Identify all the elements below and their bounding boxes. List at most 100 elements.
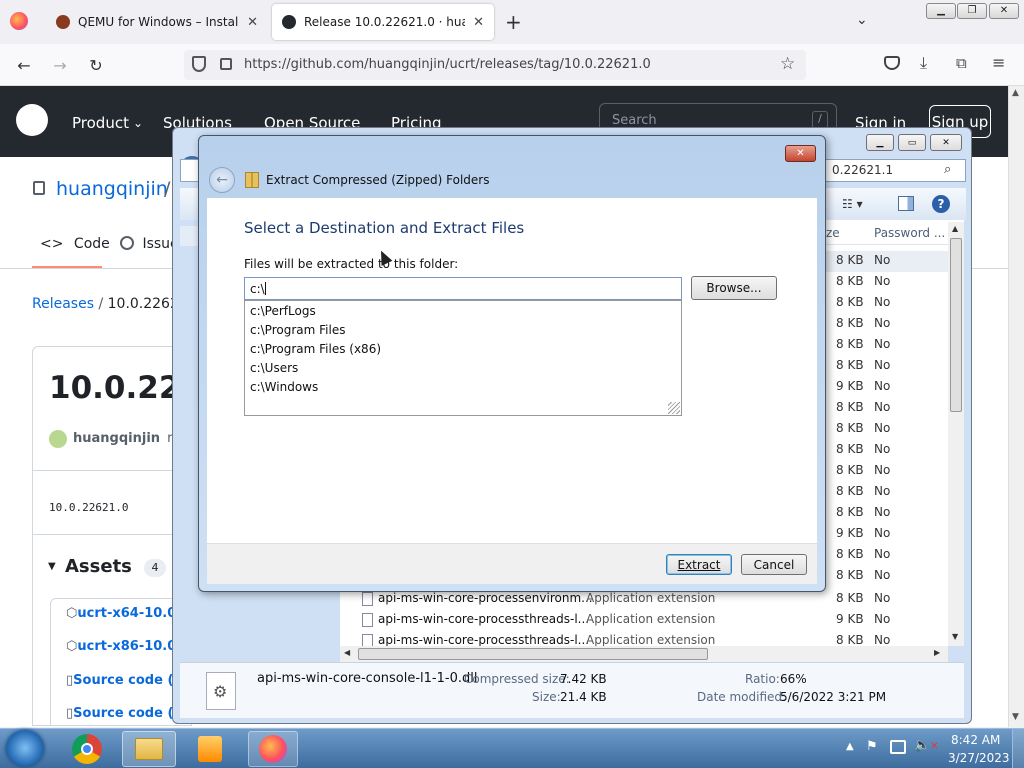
close-tab-icon[interactable]: ✕ xyxy=(473,15,484,30)
scroll-left-icon[interactable]: ◀ xyxy=(344,648,350,657)
assets-toggle-icon[interactable]: ▼ xyxy=(48,561,56,572)
bookmark-star-icon[interactable]: ☆ xyxy=(780,54,795,74)
action-center-flag-icon[interactable]: ⚑ xyxy=(866,739,878,754)
minimize-button[interactable]: ▁ xyxy=(926,3,956,19)
new-tab-button[interactable]: + xyxy=(505,10,522,34)
details-date-value: 5/6/2022 3:21 PM xyxy=(780,690,887,704)
assets-label[interactable]: Assets xyxy=(65,556,132,577)
file-password-cell: No xyxy=(874,316,891,330)
show-hidden-icons-icon[interactable]: ▲ xyxy=(846,741,854,752)
network-icon[interactable] xyxy=(890,740,906,754)
reload-icon[interactable]: ↻ xyxy=(82,52,110,78)
close-window-button[interactable]: ✕ xyxy=(989,3,1019,19)
menu-icon[interactable]: ≡ xyxy=(992,53,1005,72)
file-size-cell: 8 KB xyxy=(836,400,864,414)
file-password-cell: No xyxy=(874,295,891,309)
tab-qemu[interactable]: QEMU for Windows – Installers ✕ xyxy=(46,4,268,40)
file-size-cell: 8 KB xyxy=(836,295,864,309)
explorer-maximize-button[interactable]: ▭ xyxy=(898,134,926,151)
author-link[interactable]: huangqinjin xyxy=(73,431,160,446)
repo-owner-link[interactable]: huangqinjin xyxy=(56,178,168,200)
asset-link[interactable]: ▯Source code (t xyxy=(66,706,180,721)
file-type-cell: Application extension xyxy=(586,612,716,626)
explorer-search-icon[interactable]: ⌕ xyxy=(944,162,951,177)
list-all-tabs-icon[interactable]: ⌄ xyxy=(856,12,868,28)
file-pw-cell: No xyxy=(874,591,891,605)
scroll-thumb[interactable] xyxy=(950,238,962,412)
taskbar-firefox-icon[interactable] xyxy=(248,731,298,767)
extract-button[interactable]: Extract xyxy=(666,554,732,575)
resize-grip-icon[interactable] xyxy=(668,402,680,414)
file-size-cell: 8 KB xyxy=(836,421,864,435)
explorer-close-button[interactable]: ✕ xyxy=(930,134,962,151)
cancel-button[interactable]: Cancel xyxy=(741,554,807,575)
releases-link[interactable]: Releases xyxy=(32,296,94,312)
chrome-icon xyxy=(72,734,102,764)
firefox-view-icon[interactable] xyxy=(10,12,28,30)
search-placeholder: Search xyxy=(612,113,657,128)
github-logo-icon[interactable] xyxy=(16,104,48,136)
back-icon[interactable]: ← xyxy=(10,52,38,78)
asset-link[interactable]: ⬡ucrt-x86-10.0. xyxy=(66,639,181,654)
horizontal-scrollbar[interactable]: ◀ ▶ xyxy=(340,646,948,662)
tab-release[interactable]: Release 10.0.22621.0 · huangqinj ✕ xyxy=(272,4,494,40)
repo-icon xyxy=(33,181,45,195)
dialog-back-icon[interactable]: ← xyxy=(209,167,235,193)
preview-pane-icon[interactable] xyxy=(898,196,914,211)
start-button[interactable] xyxy=(6,730,44,766)
file-password-cell: No xyxy=(874,568,891,582)
file-size-cell: 8 KB xyxy=(836,337,864,351)
tracking-protection-icon[interactable] xyxy=(192,56,206,72)
repo-tab-issues[interactable]: Issue xyxy=(120,236,179,252)
scroll-down-icon[interactable]: ▼ xyxy=(1012,712,1019,722)
clock-date[interactable]: 3/27/2023 xyxy=(948,751,1010,765)
page-scrollbar[interactable]: ▲ ▼ xyxy=(1008,86,1024,727)
file-password-cell: No xyxy=(874,547,891,561)
destination-path-input[interactable]: c:\ xyxy=(244,277,682,300)
url-text[interactable]: https://github.com/huangqinjin/ucrt/rele… xyxy=(244,57,651,72)
column-header-size[interactable]: ze xyxy=(826,226,840,240)
autocomplete-item[interactable]: c:\Program Files xyxy=(250,323,345,337)
restore-button[interactable]: ❐ xyxy=(957,3,987,19)
nav-product[interactable]: Product xyxy=(72,114,129,132)
view-options-icon[interactable]: ☷ ▾ xyxy=(842,197,863,211)
close-tab-icon[interactable]: ✕ xyxy=(247,15,258,30)
clock-time[interactable]: 8:42 AM xyxy=(951,733,1000,747)
explorer-minimize-button[interactable]: ▁ xyxy=(866,134,894,151)
autocomplete-item[interactable]: c:\Users xyxy=(250,361,298,375)
taskbar-media-player-icon[interactable] xyxy=(185,731,235,767)
browse-button[interactable]: Browse... xyxy=(691,276,777,300)
file-size-cell: 8 KB xyxy=(836,505,864,519)
dialog-close-button[interactable]: ✕ xyxy=(785,145,816,162)
autocomplete-item[interactable]: c:\Windows xyxy=(250,380,318,394)
list-scrollbar[interactable]: ▲ ▼ xyxy=(948,222,964,646)
zip-folder-icon xyxy=(245,172,259,188)
hscroll-thumb[interactable] xyxy=(358,648,708,660)
file-pw-cell: No xyxy=(874,612,891,626)
scroll-up-icon[interactable]: ▲ xyxy=(952,224,958,233)
scroll-right-icon[interactable]: ▶ xyxy=(934,648,940,657)
file-size-cell: 8 KB xyxy=(836,484,864,498)
asset-link[interactable]: ⬡ucrt-x64-10.0. xyxy=(66,606,181,621)
scroll-down-icon[interactable]: ▼ xyxy=(952,632,958,641)
file-password-cell: No xyxy=(874,358,891,372)
asset-link[interactable]: ▯Source code (z xyxy=(66,673,181,688)
autocomplete-item[interactable]: c:\Program Files (x86) xyxy=(250,342,381,356)
file-size-cell: 8 KB xyxy=(836,253,864,267)
extensions-icon[interactable]: ⧉ xyxy=(956,54,967,72)
forward-icon[interactable]: → xyxy=(46,52,74,78)
scroll-up-icon[interactable]: ▲ xyxy=(1012,88,1019,98)
file-size-cell: 9 KB xyxy=(836,526,864,540)
lock-icon[interactable] xyxy=(220,58,232,70)
taskbar-explorer-icon[interactable] xyxy=(122,731,176,767)
taskbar-chrome-icon[interactable] xyxy=(62,731,112,767)
repo-tab-code[interactable]: <> Code xyxy=(40,236,110,252)
help-icon[interactable]: ? xyxy=(932,195,950,213)
show-desktop-button[interactable] xyxy=(1012,729,1024,768)
autocomplete-item[interactable]: c:\PerfLogs xyxy=(250,304,316,318)
downloads-icon[interactable]: ⤓ xyxy=(920,53,927,73)
repo-separator: / xyxy=(164,178,171,200)
file-password-cell: No xyxy=(874,526,891,540)
column-header-password[interactable]: Password ... xyxy=(874,226,945,240)
volume-muted-icon[interactable]: 🔈✕ xyxy=(914,738,939,753)
